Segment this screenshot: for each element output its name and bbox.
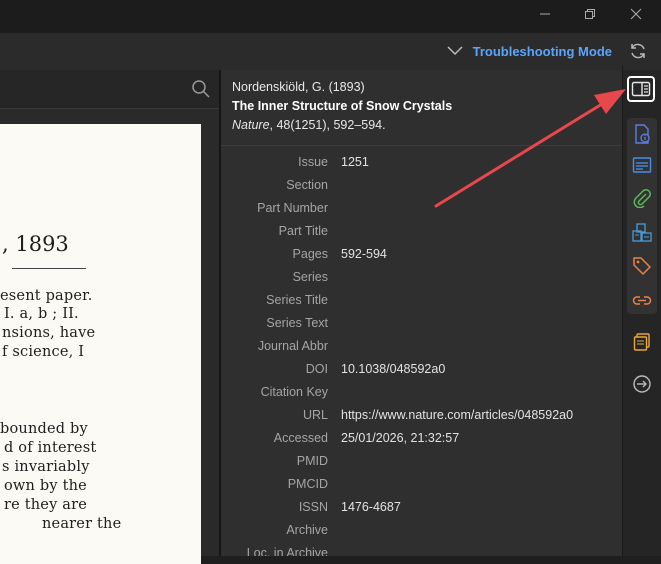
field-label: Section (286, 178, 328, 192)
page-text-line: esent paper. (0, 288, 93, 304)
page-rule (12, 268, 86, 269)
title-bar (0, 0, 661, 33)
field-label: Part Title (278, 224, 328, 238)
info-icon[interactable] (628, 120, 656, 148)
attachments-icon[interactable] (628, 184, 656, 212)
page-text-line: I. a, b ; II. (4, 306, 79, 322)
field-row: URL https://www.nature.com/articles/04859… (221, 404, 622, 427)
item-title[interactable]: The Inner Structure of Snow Crystals (232, 99, 617, 113)
citation-journal: Nature (232, 118, 270, 132)
page-text-line: nsions, have (2, 325, 96, 341)
item-info-pane: Nordenskiöld, G. (1893) The Inner Struct… (221, 70, 622, 556)
sync-icon[interactable] (628, 41, 648, 66)
field-row: DOI 10.1038/048592a0 (221, 358, 622, 381)
field-row: Series (221, 266, 622, 289)
field-row: Series Title (221, 289, 622, 312)
field-value[interactable]: 592-594 (341, 247, 387, 261)
field-row: Series Text (221, 312, 622, 335)
field-value[interactable]: 25/01/2026, 21:32:57 (341, 431, 459, 445)
restore-icon[interactable] (578, 6, 602, 26)
field-label: Series Title (266, 293, 328, 307)
field-label: Journal Abbr (257, 339, 328, 353)
related-icon[interactable] (628, 286, 656, 314)
field-row: Part Title (221, 220, 622, 243)
field-row: PMID (221, 450, 622, 473)
field-label: Issue (298, 155, 328, 169)
reader-pane: , 1893 esent paper. I. a, b ; II. nsions… (0, 70, 220, 564)
field-label: DOI (305, 362, 328, 376)
page-text-line: own by the (4, 478, 87, 494)
field-label: Citation Key (260, 385, 328, 399)
field-row: Issue 1251 (221, 151, 622, 174)
field-value[interactable]: 10.1038/048592a0 (341, 362, 445, 376)
field-label: ISSN (298, 500, 328, 514)
search-icon[interactable] (191, 79, 211, 104)
reader-search-bar[interactable] (0, 70, 220, 109)
field-value[interactable]: https://www.nature.com/articles/048592a0 (341, 408, 573, 422)
page-text-line: s invariably (2, 459, 90, 475)
locate-icon[interactable] (628, 370, 656, 398)
item-citation: Nature, 48(1251), 592–594. (232, 118, 617, 132)
pdf-page: , 1893 esent paper. I. a, b ; II. nsions… (0, 124, 201, 564)
page-text-line: f science, I (2, 344, 85, 360)
field-row: Section (221, 174, 622, 197)
field-label: Pages (292, 247, 328, 261)
field-label: PMCID (287, 477, 328, 491)
page-text-line: , 1893 (2, 232, 69, 256)
field-row: Part Number (221, 197, 622, 220)
field-row: Pages 592-594 (221, 243, 622, 266)
minimize-icon[interactable] (533, 6, 557, 26)
field-label: Accessed (273, 431, 328, 445)
field-label: Loc. in Archive (246, 546, 328, 556)
field-row: Loc. in Archive (221, 542, 622, 556)
field-row: Archive (221, 519, 622, 542)
troubleshooting-mode-label[interactable]: Troubleshooting Mode (473, 44, 612, 59)
field-value[interactable]: 1476-4687 (341, 500, 401, 514)
page-text-line: d of interest (4, 440, 97, 456)
item-authors-year: Nordenskiöld, G. (1893) (232, 80, 365, 94)
field-value[interactable]: 1251 (341, 155, 369, 169)
chevron-down-icon[interactable] (446, 43, 464, 62)
page-text-line: re they are (4, 497, 88, 513)
toolbar: Troubleshooting Mode (0, 33, 661, 103)
page-text-line: nearer the (42, 516, 122, 532)
field-row: Journal Abbr (221, 335, 622, 358)
close-icon[interactable] (624, 6, 648, 26)
field-row: Accessed 25/01/2026, 21:32:57 (221, 427, 622, 450)
notes-icon[interactable] (628, 328, 656, 356)
field-label: Series Text (266, 316, 328, 330)
field-label: Part Number (257, 201, 328, 215)
page-text-line: bounded by (0, 421, 88, 437)
field-label: PMID (296, 454, 328, 468)
item-header: Nordenskiöld, G. (1893) The Inner Struct… (232, 80, 617, 132)
toggle-pane-icon[interactable] (627, 76, 655, 102)
field-label: Archive (286, 523, 328, 537)
divider (221, 145, 622, 146)
item-pane-sidebar (622, 70, 661, 556)
abstract-icon[interactable] (628, 151, 656, 179)
field-row: PMCID (221, 473, 622, 496)
tags-icon[interactable] (628, 252, 656, 280)
field-row: ISSN 1476-4687 (221, 496, 622, 519)
field-row: Citation Key (221, 381, 622, 404)
field-label: URL (302, 408, 328, 422)
citation-rest: , 48(1251), 592–594. (269, 118, 386, 132)
libraries-collections-icon[interactable] (628, 218, 656, 246)
field-label: Series (292, 270, 328, 284)
